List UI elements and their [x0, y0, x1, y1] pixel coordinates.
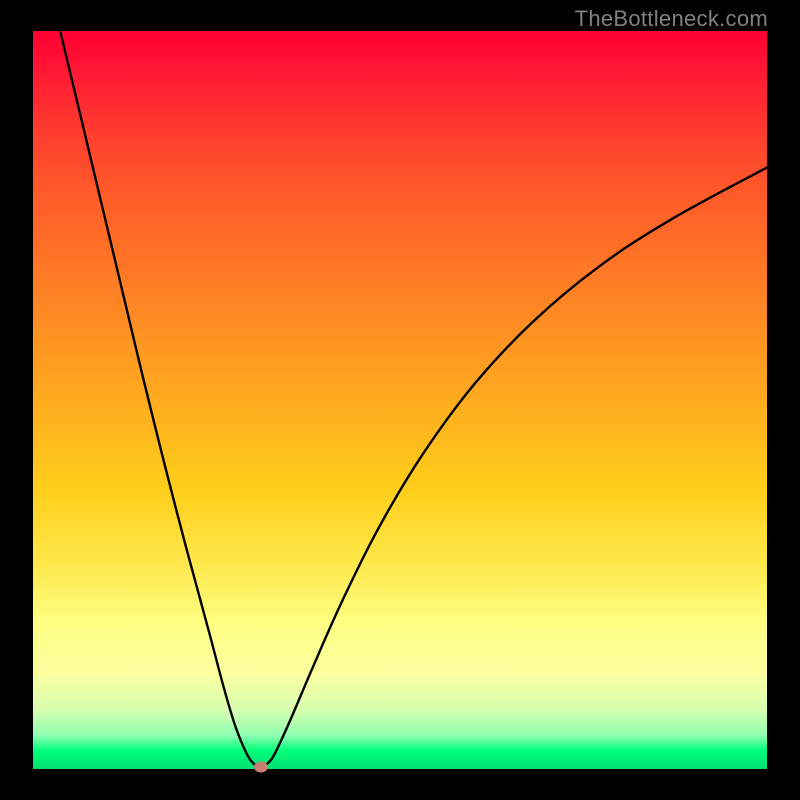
- chart-frame: TheBottleneck.com: [0, 0, 800, 800]
- bottleneck-curve: [33, 31, 767, 769]
- watermark-text: TheBottleneck.com: [575, 6, 768, 32]
- minimum-marker-dot: [254, 761, 268, 772]
- chart-plot-area: [33, 31, 767, 769]
